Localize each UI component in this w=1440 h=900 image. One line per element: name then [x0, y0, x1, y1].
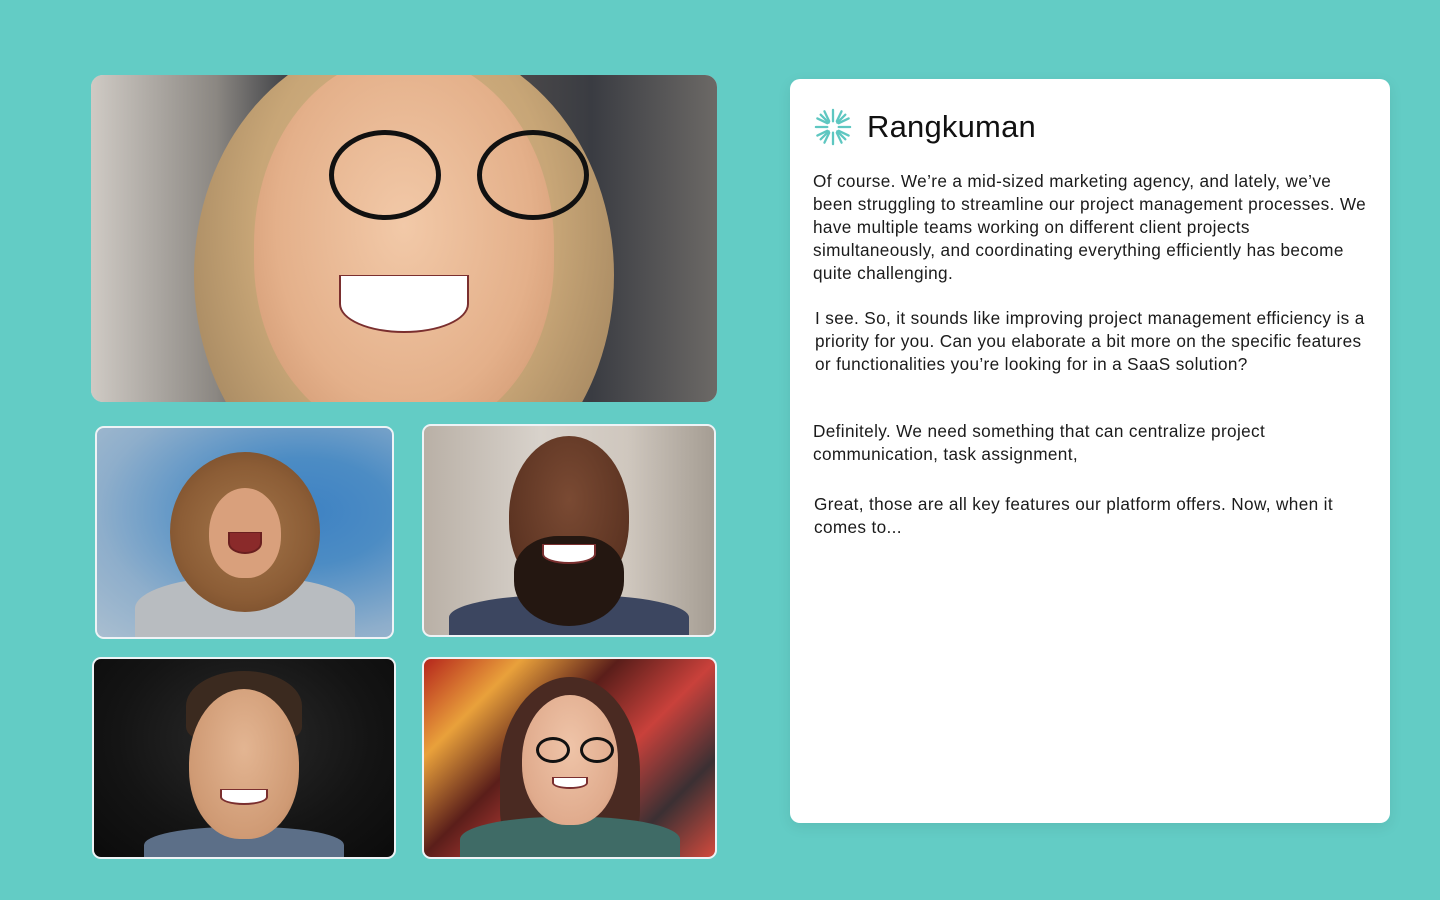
face [189, 689, 299, 839]
transcript-panel: Rangkuman Of course. We’re a mid-sized m… [790, 79, 1390, 823]
video-tile-participant-3[interactable] [92, 657, 396, 859]
video-tile-participant-1[interactable] [95, 426, 394, 639]
smile [542, 544, 596, 564]
smile [220, 789, 268, 805]
video-tile-main[interactable] [91, 75, 717, 402]
transcript-message: Of course. We’re a mid-sized marketing a… [813, 171, 1367, 283]
glasses-right-icon [580, 737, 614, 763]
glasses-left-icon [536, 737, 570, 763]
brand-name: Rangkuman [867, 109, 1036, 144]
sparkle-logo-icon [814, 108, 852, 146]
face [254, 75, 554, 402]
transcript-message: Definitely. We need something that can c… [813, 421, 1266, 464]
transcript-header: Rangkuman [814, 108, 1036, 146]
laughing-mouth [227, 532, 262, 554]
glasses-right-icon [477, 130, 589, 220]
smile [339, 275, 469, 333]
video-tile-participant-2[interactable] [422, 424, 716, 637]
transcript-message: Great, those are all key features our pl… [814, 494, 1333, 537]
video-tile-participant-4[interactable] [422, 657, 717, 859]
transcript-message: I see. So, it sounds like improving proj… [815, 308, 1365, 374]
glasses-left-icon [329, 130, 441, 220]
smile [551, 777, 588, 789]
